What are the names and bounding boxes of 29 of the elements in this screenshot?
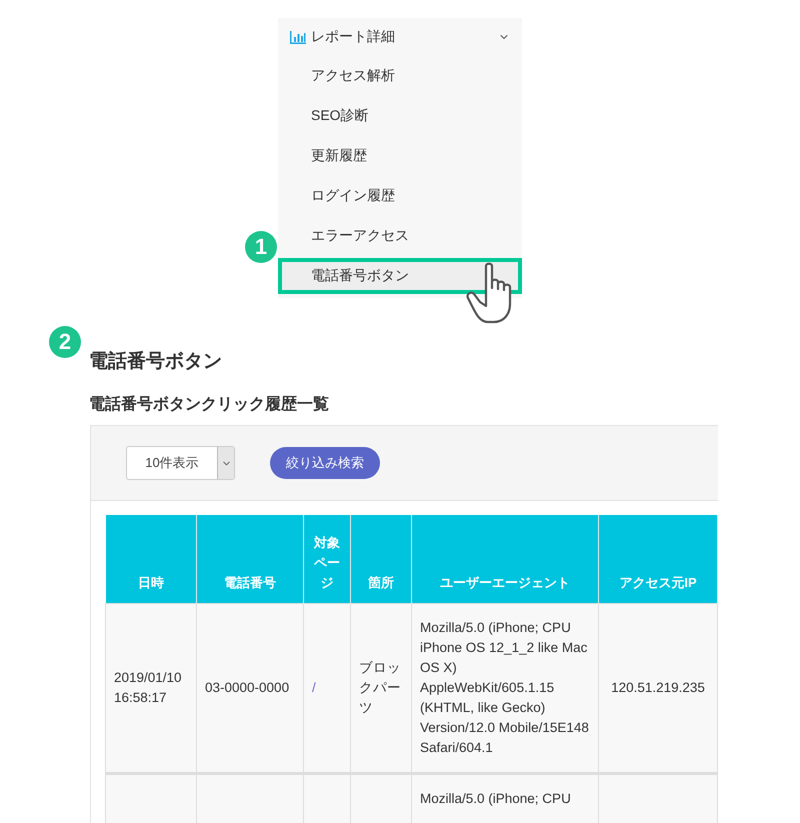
section-title: 電話番号ボタンクリック履歴一覧 — [89, 394, 330, 415]
table-cell: 2019/01/10 16:58:17 — [106, 604, 196, 774]
filter-search-button[interactable]: 絞り込み検索 — [270, 447, 380, 479]
menu-item[interactable]: ログイン履歴 — [278, 176, 522, 216]
column-header: 電話番号 — [196, 515, 304, 604]
column-header: 日時 — [106, 515, 196, 604]
per-page-select[interactable]: 10件表示 — [126, 446, 235, 480]
menu-header-label: レポート詳細 — [311, 28, 396, 46]
step-badge: 2 — [49, 326, 81, 358]
page-title: 電話番号ボタン — [89, 350, 223, 374]
column-header: ユーザーエージェント — [412, 515, 598, 604]
table-cell: Mozilla/5.0 (iPhone; CPU iPhone OS 12_1_2 like Mac OS X) AppleWebKit/605.1.15 (KHTML, like Gecko) Version/12.0 Mobile/15E148 Safari/604.1 — [412, 604, 598, 774]
table-cell: 03-0000-0000 — [196, 604, 304, 774]
step-badge: 1 — [245, 231, 277, 263]
bar-chart-icon — [290, 30, 306, 44]
menu-item[interactable]: エラーアクセス — [278, 216, 522, 256]
column-header: アクセス元IP — [598, 515, 718, 604]
table-cell: 120.51.219.235 — [598, 604, 718, 774]
menu-item[interactable]: SEO診断 — [278, 96, 522, 136]
table-cell: Mozilla/5.0 (iPhone; CPU — [412, 774, 598, 823]
column-header: 対象ページ — [304, 515, 350, 604]
menu-item[interactable]: アクセス解析 — [278, 56, 522, 96]
menu-header[interactable]: レポート詳細 — [278, 18, 522, 56]
menu-item[interactable]: 更新履歴 — [278, 136, 522, 176]
page-link[interactable]: / — [312, 680, 316, 695]
table-cell — [350, 774, 412, 823]
table-cell: ブロックパーツ — [350, 604, 412, 774]
column-header: 箇所 — [350, 515, 412, 604]
menu-item[interactable]: 電話番号ボタン — [278, 258, 522, 294]
